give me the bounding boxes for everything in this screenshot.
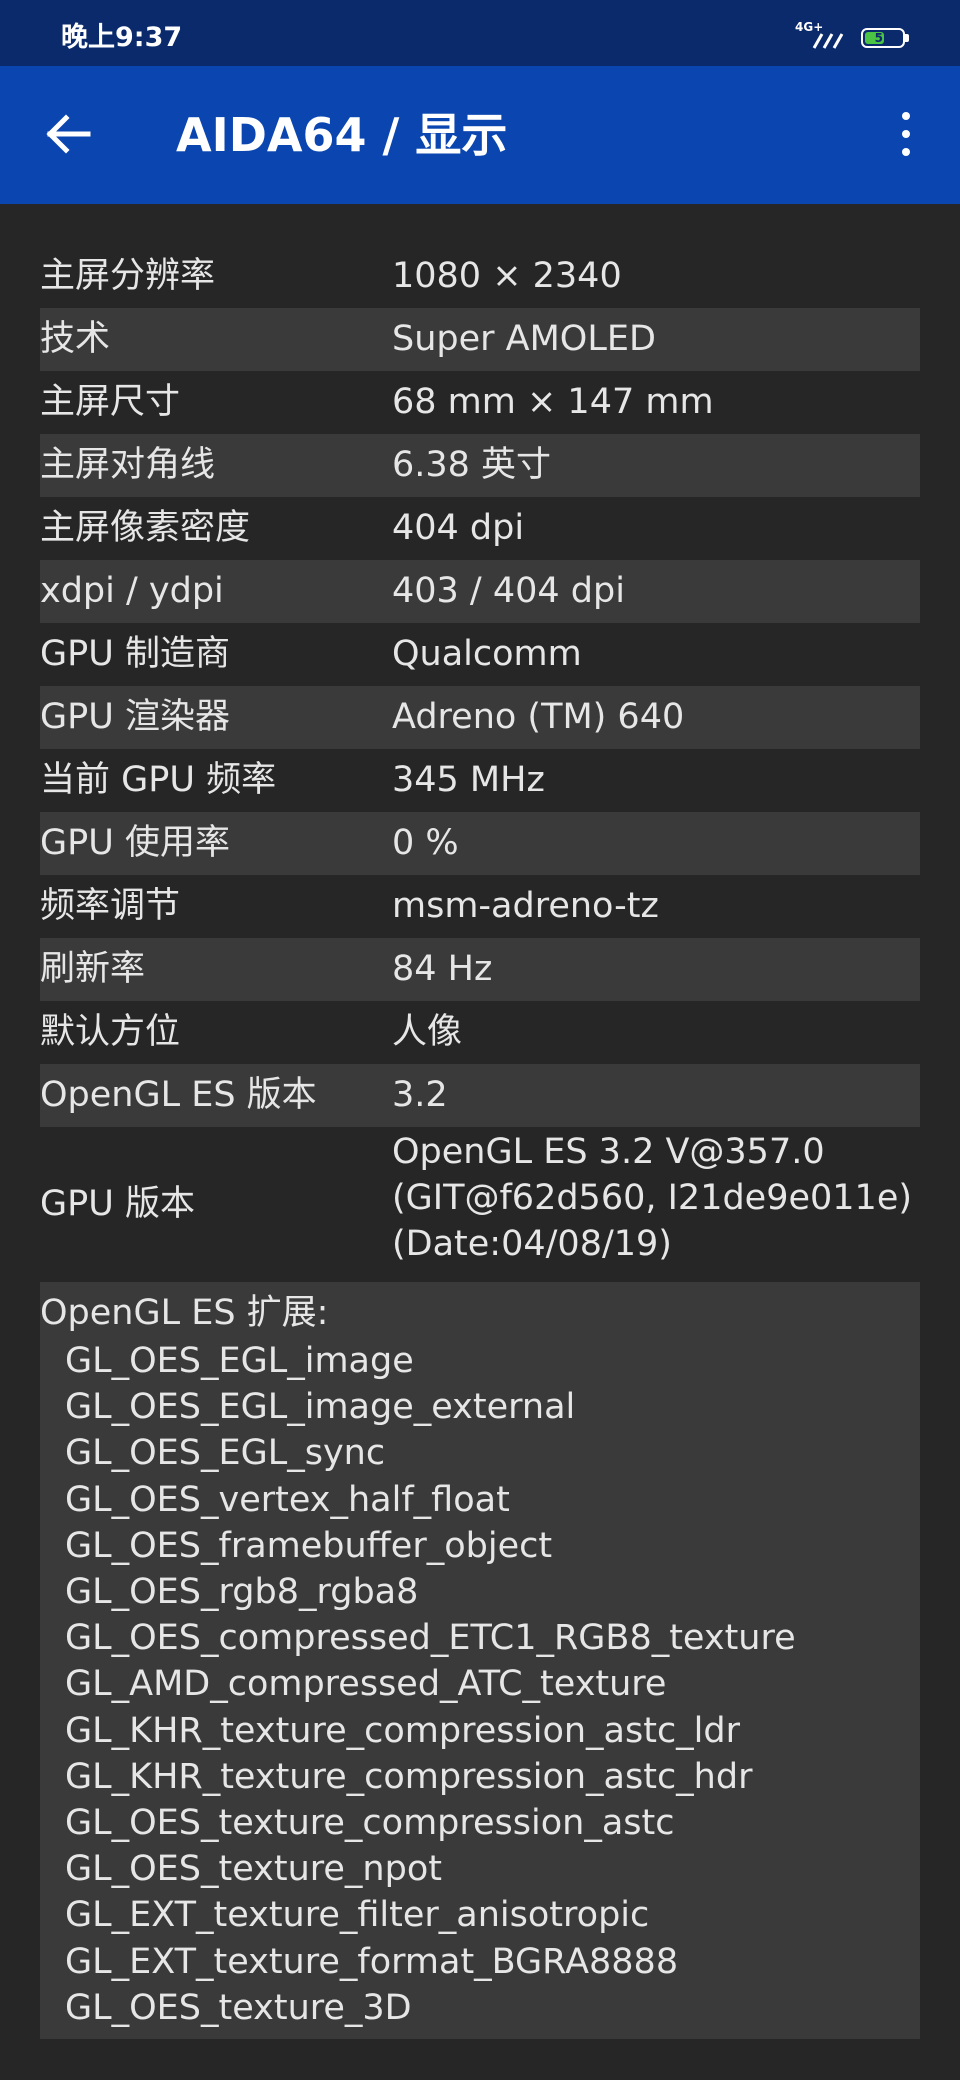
info-value: 345 MHz <box>392 760 545 800</box>
extension-item: GL_KHR_texture_compression_astc_ldr <box>65 1710 741 1751</box>
info-label: 主屏分辨率 <box>40 256 216 296</box>
app-bar: AIDA64 / 显示 <box>0 66 960 204</box>
info-row-gpu-vendor: GPU 制造商 Qualcomm <box>40 623 920 686</box>
extension-item: GL_OES_rgb8_rgba8 <box>65 1572 419 1613</box>
page-title: AIDA64 / 显示 <box>176 108 508 162</box>
info-label: 主屏尺寸 <box>40 382 181 422</box>
extension-item: GL_OES_texture_npot <box>65 1849 442 1890</box>
gpu-version-line: OpenGL ES 3.2 V@357.0 <box>392 1132 825 1172</box>
gpu-version-line: (Date:04/08/19) <box>392 1224 672 1264</box>
info-label: 当前 GPU 频率 <box>40 760 277 800</box>
info-row-gpu-usage: GPU 使用率 0 % <box>40 812 920 875</box>
extension-item: GL_OES_compressed_ETC1_RGB8_texture <box>65 1618 796 1659</box>
info-label: OpenGL ES 版本 <box>40 1075 317 1115</box>
info-value: 84 Hz <box>392 949 493 989</box>
info-label: 刷新率 <box>40 949 146 989</box>
back-button[interactable] <box>40 106 96 162</box>
info-row-xdpi-ydpi: xdpi / ydpi 403 / 404 dpi <box>40 560 920 623</box>
more-vertical-icon-dot <box>902 148 910 156</box>
battery-icon: 52 <box>861 28 905 48</box>
info-row-gpu-renderer: GPU 渲染器 Adreno (TM) 640 <box>40 686 920 749</box>
info-row-governor: 频率调节 msm-adreno-tz <box>40 875 920 938</box>
info-row-resolution: 主屏分辨率 1080 × 2340 <box>40 245 920 308</box>
info-value: msm-adreno-tz <box>392 886 659 926</box>
info-value: OpenGL ES 3.2 V@357.0 (GIT@f62d560, I21d… <box>392 1127 912 1267</box>
extension-item: GL_OES_framebuffer_object <box>65 1525 553 1566</box>
display-info-list: 主屏分辨率 1080 × 2340 技术 Super AMOLED 主屏尺寸 6… <box>40 245 920 2040</box>
gpu-version-line: (GIT@f62d560, I21de9e011e) <box>392 1178 913 1218</box>
info-value: 人像 <box>392 1012 463 1052</box>
info-value: 1080 × 2340 <box>392 256 622 296</box>
info-value: Adreno (TM) 640 <box>392 697 685 737</box>
info-row-opengl-version: OpenGL ES 版本 3.2 <box>40 1064 920 1127</box>
extension-item: GL_EXT_texture_filter_anisotropic <box>65 1895 650 1936</box>
extension-item: GL_EXT_texture_format_BGRA8888 <box>65 1941 679 1982</box>
info-label: GPU 制造商 <box>40 634 230 674</box>
info-value: 403 / 404 dpi <box>392 571 625 611</box>
more-vertical-icon <box>902 112 910 120</box>
extension-item: GL_OES_texture_3D <box>65 1987 412 2028</box>
extension-item: GL_OES_EGL_image_external <box>65 1387 576 1428</box>
info-label: xdpi / ydpi <box>40 571 224 611</box>
opengl-extensions-block: OpenGL ES 扩展: GL_OES_EGL_image GL_OES_EG… <box>40 1282 920 2040</box>
overflow-menu-button[interactable] <box>884 108 928 162</box>
info-label: GPU 版本 <box>40 1184 195 1224</box>
extension-item: GL_OES_EGL_image <box>65 1341 414 1381</box>
battery-level-text: 52 <box>874 31 892 45</box>
info-value: 6.38 英寸 <box>392 445 552 485</box>
info-row-size: 主屏尺寸 68 mm × 147 mm <box>40 371 920 434</box>
signal-icon <box>812 33 844 49</box>
status-time: 晚上9:37 <box>61 22 183 53</box>
info-label: 技术 <box>40 319 111 359</box>
info-row-diagonal: 主屏对角线 6.38 英寸 <box>40 434 920 497</box>
info-label: 频率调节 <box>40 886 181 926</box>
info-row-pixel-density: 主屏像素密度 404 dpi <box>40 497 920 560</box>
info-value: Super AMOLED <box>392 319 656 359</box>
extension-item: GL_KHR_texture_compression_astc_hdr <box>65 1756 753 1797</box>
info-label: GPU 渲染器 <box>40 697 230 737</box>
info-row-gpu-version: GPU 版本 OpenGL ES 3.2 V@357.0 (GIT@f62d56… <box>40 1127 920 1282</box>
arrow-left-icon <box>46 114 91 154</box>
extension-item: GL_OES_texture_compression_astc <box>65 1803 675 1844</box>
extension-item: GL_AMD_compressed_ATC_texture <box>65 1664 667 1705</box>
more-vertical-icon-dot <box>902 130 910 138</box>
info-value: 404 dpi <box>392 508 525 548</box>
battery-tip <box>905 34 909 42</box>
info-value: 3.2 <box>392 1075 448 1115</box>
info-value: 68 mm × 147 mm <box>392 382 714 422</box>
info-label: GPU 使用率 <box>40 823 230 863</box>
extensions-title: OpenGL ES 扩展: <box>40 1293 329 1333</box>
extension-item: GL_OES_EGL_sync <box>65 1433 386 1474</box>
info-row-refresh-rate: 刷新率 84 Hz <box>40 938 920 1001</box>
extension-item: GL_OES_vertex_half_float <box>65 1479 510 1520</box>
status-bar: 晚上9:37 4G+ 52 <box>0 0 960 66</box>
info-row-gpu-frequency: 当前 GPU 频率 345 MHz <box>40 749 920 812</box>
info-label: 主屏像素密度 <box>40 508 251 548</box>
info-row-technology: 技术 Super AMOLED <box>40 308 920 371</box>
info-value: Qualcomm <box>392 634 582 674</box>
info-label: 默认方位 <box>40 1012 181 1052</box>
info-label: 主屏对角线 <box>40 445 216 485</box>
info-value: 0 % <box>392 823 459 863</box>
info-row-orientation: 默认方位 人像 <box>40 1001 920 1064</box>
